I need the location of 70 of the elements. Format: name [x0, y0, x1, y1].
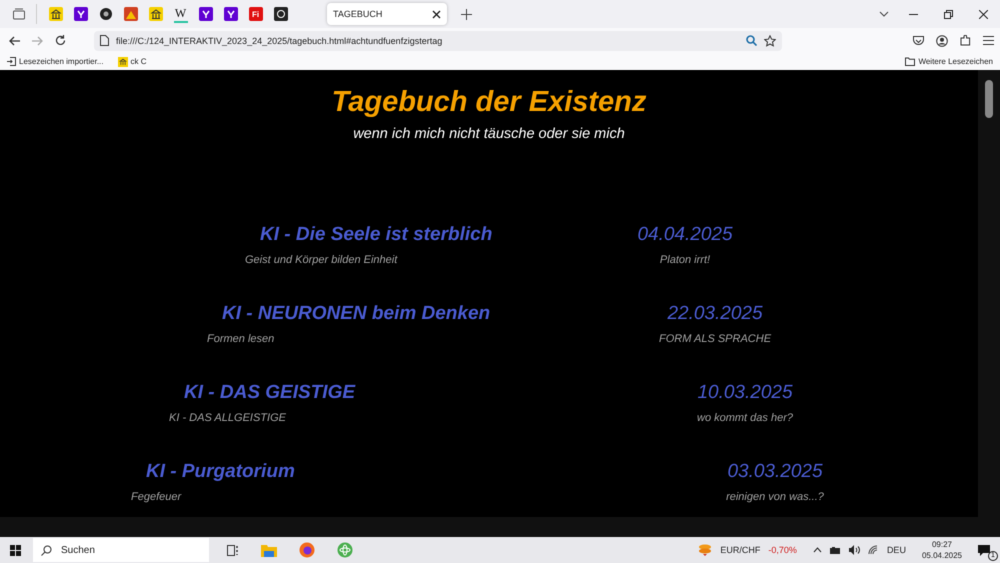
close-icon[interactable] [432, 10, 441, 18]
pinned-tab-icon[interactable] [198, 7, 212, 21]
language-indicator[interactable]: DEU [886, 545, 906, 555]
entry-note: FORM ALS SPRACHE [658, 333, 772, 345]
entry-date: 03.03.2025 [727, 461, 823, 483]
pinned-tab[interactable]: Fi [248, 7, 262, 21]
page-subtitle: wenn ich mich nicht täusche oder sie mich [352, 126, 626, 142]
entry-title-link[interactable]: KI - Die Seele ist sterblich [245, 224, 492, 246]
pocket-icon[interactable] [913, 36, 924, 46]
folder-icon[interactable] [261, 544, 277, 556]
address-bar[interactable]: file:///C:/124_INTERAKTIV_2023_24_2025/tagebuch.html#achtundfuenfzigstertag [94, 30, 782, 50]
entry-title-link[interactable]: KI - Purgatorium [131, 461, 295, 483]
chevron-down-icon[interactable] [879, 11, 889, 17]
pinned-tab-icon[interactable] [274, 7, 288, 21]
clock[interactable]: 09:27 05.04.2025 [922, 540, 962, 560]
page-icon [100, 35, 109, 46]
menu-icon[interactable] [983, 36, 994, 45]
account-icon[interactable] [936, 34, 948, 46]
entry-date: 22.03.2025 [667, 303, 763, 325]
ticker-label: EUR/CHF [720, 545, 760, 555]
search-icon [41, 544, 52, 556]
pinned-tab-icon[interactable] [74, 7, 88, 21]
entry-title-link[interactable]: KI - NEURONEN beim Denken [207, 303, 490, 325]
entry-subtitle: Formen lesen [207, 333, 274, 345]
url-text: file:///C:/124_INTERAKTIV_2023_24_2025/tagebuch.html#achtundfuenfzigstertag [116, 36, 442, 46]
scrollbar-thumb[interactable] [985, 80, 993, 118]
search-icon[interactable] [746, 35, 757, 46]
bookmark-link[interactable]: Lesezeichen importier... [7, 57, 104, 66]
pinned-tab-icon[interactable] [148, 7, 162, 21]
atom-app-icon[interactable] [337, 542, 353, 558]
pinned-tab-icon[interactable] [98, 7, 112, 21]
browser-icon[interactable] [299, 542, 315, 558]
ticker-change: -0,70% [768, 545, 797, 555]
entry-note: reinigen von was...? [726, 491, 824, 503]
entry-date: 10.03.2025 [697, 382, 793, 404]
taskbar-search-field[interactable]: Suchen [33, 538, 209, 562]
entry-subtitle: KI - DAS ALLGEISTIGE [169, 412, 286, 424]
network-icon[interactable] [868, 545, 879, 555]
task-view-icon[interactable] [227, 544, 239, 556]
bank-icon [118, 56, 128, 66]
puzzle-icon[interactable] [960, 35, 971, 46]
bookmark-link[interactable]: ck C [118, 56, 146, 66]
restore-icon[interactable] [944, 10, 953, 18]
new-tab-icon[interactable] [461, 8, 472, 20]
close-icon[interactable] [979, 10, 988, 18]
battery-icon[interactable] [830, 546, 841, 554]
entry-subtitle: Fegefeuer [131, 491, 182, 503]
entry-title-link[interactable]: KI - DAS GEISTIGE [169, 382, 356, 404]
pinned-tab-icon[interactable] [48, 7, 62, 21]
speaker-icon[interactable] [848, 545, 860, 555]
chevron-up-icon[interactable] [812, 547, 822, 553]
folder-icon [905, 57, 916, 66]
pinned-tab[interactable]: W [174, 6, 188, 22]
vertical-scrollbar[interactable] [978, 70, 1000, 517]
star-icon[interactable] [764, 34, 776, 46]
entry-note: Platon irrt! [660, 254, 710, 266]
entry-note: wo kommt das her? [697, 412, 793, 424]
pinned-tab-icon[interactable] [224, 7, 238, 21]
horizontal-scrollbar[interactable] [0, 517, 1000, 537]
entry-subtitle: Geist und Körper bilden Einheit [245, 254, 398, 266]
back-arrow-icon[interactable] [9, 36, 20, 46]
browser-tab[interactable]: TAGEBUCH [327, 3, 447, 25]
tab-list-icon[interactable] [12, 7, 26, 21]
import-icon [7, 57, 16, 66]
entry-date: 04.04.2025 [637, 224, 733, 246]
reload-icon[interactable] [55, 35, 66, 46]
bookmark-folder[interactable]: Weitere Lesezeichen [905, 57, 993, 66]
windows-start-icon[interactable] [10, 544, 21, 556]
page-title: Tagebuch der Existenz [330, 86, 648, 119]
tab-title: TAGEBUCH [333, 9, 382, 19]
